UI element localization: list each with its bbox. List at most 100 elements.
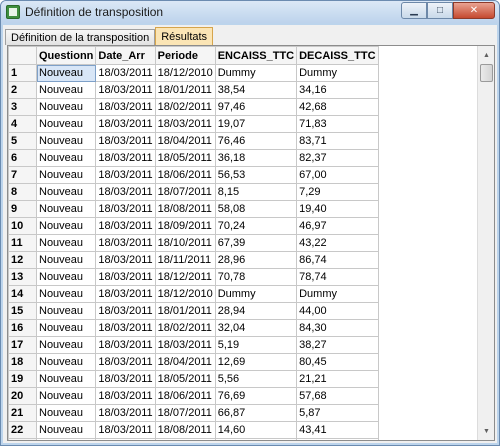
cell-decaiss-ttc[interactable]: 82,37 [296,149,379,167]
cell-decaiss-ttc[interactable]: 67,00 [296,166,379,184]
cell-questionn[interactable]: Nouveau [35,404,97,422]
cell-encaiss-ttc[interactable]: 56,53 [214,166,298,184]
cell-date-arr[interactable]: 18/03/2011 [95,64,156,82]
cell-periode[interactable]: 18/02/2011 [154,98,216,116]
table-row[interactable]: 4 Nouveau 18/03/2011 18/03/2011 19,07 71,83 [8,115,379,133]
table-row[interactable]: 21 Nouveau 18/03/2011 18/07/2011 66,87 5,87 [8,404,379,422]
cell-periode[interactable]: 18/04/2011 [154,353,216,371]
table-row[interactable]: 2 Nouveau 18/03/2011 18/01/2011 38,54 34,16 [8,81,379,99]
cell-periode[interactable]: 18/11/2011 [154,251,216,269]
cell-encaiss-ttc[interactable]: 5,56 [214,370,298,388]
cell-date-arr[interactable]: 18/03/2011 [95,268,156,286]
cell-date-arr[interactable]: 18/03/2011 [95,302,156,320]
cell-encaiss-ttc[interactable]: 76,69 [214,387,298,405]
cell-date-arr[interactable]: 18/03/2011 [95,336,156,354]
table-row[interactable]: 9 Nouveau 18/03/2011 18/08/2011 58,08 19,40 [8,200,379,218]
column-header-questionn[interactable]: Questionn [35,46,97,65]
row-number-cell[interactable]: 11 [8,234,37,252]
column-header-periode[interactable]: Periode [154,46,216,65]
cell-encaiss-ttc[interactable]: 38,54 [214,81,298,99]
tab-resultats[interactable]: Résultats [155,27,214,45]
cell-date-arr[interactable]: 18/03/2011 [95,285,156,303]
cell-date-arr[interactable]: 18/03/2011 [95,234,156,252]
cell-questionn[interactable]: Nouveau [35,234,97,252]
cell-decaiss-ttc[interactable]: 71,83 [296,115,379,133]
vertical-scrollbar[interactable]: ▲ ▼ [477,46,494,440]
table-row[interactable]: 14 Nouveau 18/03/2011 18/12/2010 Dummy Dummy [8,285,379,303]
cell-decaiss-ttc[interactable]: 34,16 [296,81,379,99]
cell-encaiss-ttc[interactable]: 12,69 [214,353,298,371]
cell-periode[interactable]: 18/01/2011 [154,302,216,320]
row-number-cell[interactable]: 9 [8,200,37,218]
cell-date-arr[interactable]: 18/03/2011 [95,183,156,201]
cell-encaiss-ttc[interactable]: 70,78 [214,268,298,286]
cell-periode[interactable]: 18/12/2011 [154,268,216,286]
table-row[interactable]: 16 Nouveau 18/03/2011 18/02/2011 32,04 84,30 [8,319,379,337]
cell-encaiss-ttc[interactable]: 14,60 [214,421,298,439]
cell-questionn[interactable]: Nouveau [35,319,97,337]
cell-encaiss-ttc[interactable]: 76,46 [214,132,298,150]
table-row[interactable]: 12 Nouveau 18/03/2011 18/11/2011 28,96 86,74 [8,251,379,269]
minimize-button[interactable]: ▁ [401,2,427,19]
cell-periode[interactable]: 18/06/2011 [154,166,216,184]
cell-encaiss-ttc[interactable]: 19,07 [214,115,298,133]
cell-questionn[interactable]: Nouveau [35,200,97,218]
row-number-cell[interactable]: 1 [8,64,37,82]
column-header-date-arr[interactable]: Date_Arr [95,46,156,65]
cell-encaiss-ttc[interactable]: Dummy [214,285,298,303]
cell-decaiss-ttc[interactable]: 57,68 [296,387,379,405]
cell-questionn[interactable]: Nouveau [35,387,97,405]
row-number-cell[interactable]: 18 [8,353,37,371]
cell-decaiss-ttc[interactable]: Dummy [296,64,379,82]
row-number-cell[interactable]: 10 [8,217,37,235]
cell-encaiss-ttc[interactable]: 28,96 [214,251,298,269]
row-number-cell[interactable]: 12 [8,251,37,269]
table-row[interactable]: 1 Nouveau 18/03/2011 18/12/2010 Dummy Dummy [8,64,379,82]
cell-periode[interactable]: 18/09/2011 [154,438,216,440]
row-number-cell[interactable]: 20 [8,387,37,405]
table-row[interactable]: 5 Nouveau 18/03/2011 18/04/2011 76,46 83,71 [8,132,379,150]
cell-periode[interactable]: 18/05/2011 [154,370,216,388]
row-number-cell[interactable]: 17 [8,336,37,354]
maximize-button[interactable]: □ [427,2,453,19]
table-row[interactable]: 19 Nouveau 18/03/2011 18/05/2011 5,56 21,21 [8,370,379,388]
cell-date-arr[interactable]: 18/03/2011 [95,98,156,116]
cell-questionn[interactable]: Nouveau [35,302,97,320]
cell-periode[interactable]: 18/07/2011 [154,183,216,201]
cell-encaiss-ttc[interactable]: 66,87 [214,404,298,422]
cell-date-arr[interactable]: 18/03/2011 [95,319,156,337]
cell-encaiss-ttc[interactable]: 58,08 [214,200,298,218]
table-row[interactable]: 10 Nouveau 18/03/2011 18/09/2011 70,24 46,97 [8,217,379,235]
cell-decaiss-ttc[interactable]: 43,22 [296,234,379,252]
cell-questionn[interactable]: Nouveau [35,115,97,133]
cell-decaiss-ttc[interactable]: 19,40 [296,200,379,218]
cell-encaiss-ttc[interactable]: 8,15 [214,183,298,201]
row-number-cell[interactable]: 6 [8,149,37,167]
scroll-down-button[interactable]: ▼ [479,423,494,439]
cell-encaiss-ttc[interactable]: 5,19 [214,336,298,354]
title-bar[interactable]: Définition de transposition ▁ □ ✕ [1,1,499,23]
cell-periode[interactable]: 18/12/2010 [154,285,216,303]
cell-date-arr[interactable]: 18/03/2011 [95,438,156,440]
table-row[interactable]: 15 Nouveau 18/03/2011 18/01/2011 28,94 44,00 [8,302,379,320]
cell-decaiss-ttc[interactable]: 78,74 [296,268,379,286]
cell-decaiss-ttc[interactable]: 83,71 [296,132,379,150]
cell-questionn[interactable]: Nouveau [35,421,97,439]
cell-encaiss-ttc[interactable]: 32,04 [214,319,298,337]
cell-date-arr[interactable]: 18/03/2011 [95,200,156,218]
table-row[interactable]: 6 Nouveau 18/03/2011 18/05/2011 36,18 82,37 [8,149,379,167]
row-number-cell[interactable]: 2 [8,81,37,99]
row-number-cell[interactable]: 5 [8,132,37,150]
cell-decaiss-ttc[interactable]: 5,87 [296,404,379,422]
cell-date-arr[interactable]: 18/03/2011 [95,353,156,371]
row-number-cell[interactable]: 16 [8,319,37,337]
cell-decaiss-ttc[interactable]: 42,68 [296,98,379,116]
cell-periode[interactable]: 18/07/2011 [154,404,216,422]
cell-date-arr[interactable]: 18/03/2011 [95,132,156,150]
cell-encaiss-ttc[interactable]: 36,18 [214,149,298,167]
cell-periode[interactable]: 18/01/2011 [154,81,216,99]
cell-periode[interactable]: 18/09/2011 [154,217,216,235]
cell-periode[interactable]: 18/02/2011 [154,319,216,337]
table-row[interactable]: 18 Nouveau 18/03/2011 18/04/2011 12,69 80,45 [8,353,379,371]
cell-decaiss-ttc[interactable]: Dummy [296,285,379,303]
